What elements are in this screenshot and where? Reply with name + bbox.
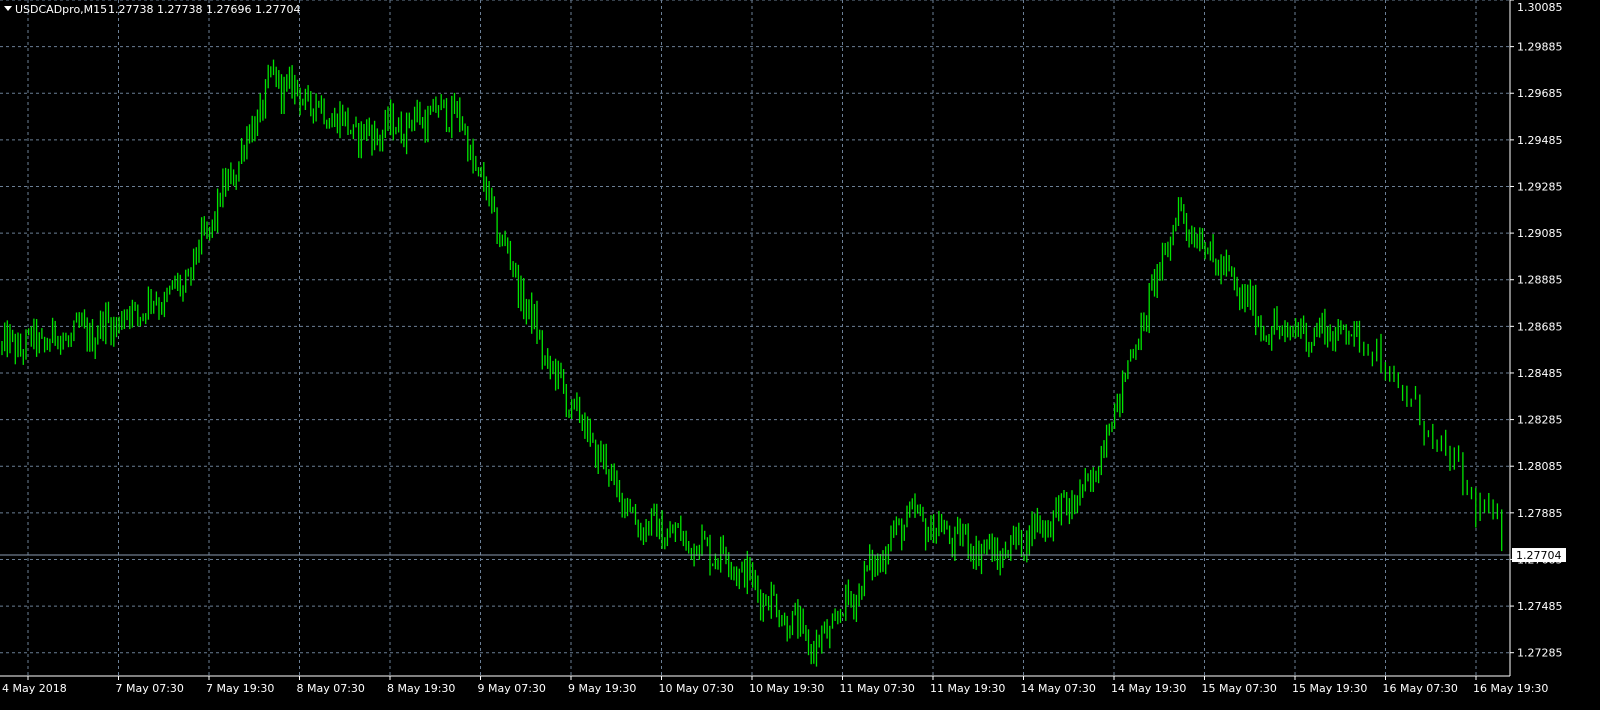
x-tick-label: 15 May 19:30	[1292, 682, 1367, 695]
x-tick-label: 8 May 07:30	[297, 682, 365, 695]
current-price-tag: 1.27704	[1512, 548, 1566, 563]
x-tick-label: 4 May 2018	[2, 682, 67, 695]
x-tick-label: 15 May 07:30	[1202, 682, 1277, 695]
y-tick-label: 1.29485	[1517, 134, 1563, 147]
symbol-label: USDCADpro,M15	[15, 3, 107, 16]
x-tick-label: 9 May 07:30	[478, 682, 546, 695]
x-tick-label: 11 May 19:30	[930, 682, 1005, 695]
y-tick-label: 1.27885	[1517, 507, 1563, 520]
x-tick-label: 7 May 07:30	[116, 682, 184, 695]
y-tick-label: 1.28085	[1517, 460, 1563, 473]
y-tick-label: 1.28685	[1517, 320, 1563, 333]
price-chart[interactable]: 1.30085 1.29885 1.29685 1.29485 1.29285 1.290…	[0, 0, 1600, 710]
y-tick-label: 1.28485	[1517, 367, 1563, 380]
chart-header: USDCADpro,M15 1.27738 1.27738 1.27696 1.…	[4, 3, 300, 16]
y-tick-label: 1.29885	[1517, 41, 1563, 54]
y-tick-label: 1.30085	[1517, 1, 1563, 14]
x-tick-label: 14 May 19:30	[1111, 682, 1186, 695]
y-tick-label: 1.29285	[1517, 180, 1563, 193]
x-tick-label: 10 May 19:30	[749, 682, 824, 695]
x-tick-label: 8 May 19:30	[387, 682, 455, 695]
x-tick-label: 7 May 19:30	[206, 682, 274, 695]
current-price-label: 1.27704	[1516, 549, 1562, 562]
y-tick-label: 1.28885	[1517, 274, 1563, 287]
ohlc-values: 1.27738 1.27738 1.27696 1.27704	[108, 3, 300, 16]
chart-background	[0, 0, 1600, 710]
x-tick-label: 14 May 07:30	[1021, 682, 1096, 695]
x-tick-label: 16 May 19:30	[1473, 682, 1548, 695]
y-tick-label: 1.27285	[1517, 647, 1563, 660]
x-tick-label: 11 May 07:30	[840, 682, 915, 695]
y-tick-label: 1.29685	[1517, 87, 1563, 100]
x-tick-label: 16 May 07:30	[1383, 682, 1458, 695]
y-tick-label: 1.29085	[1517, 227, 1563, 240]
y-tick-label: 1.28285	[1517, 414, 1563, 427]
y-tick-label: 1.27485	[1517, 600, 1563, 613]
x-tick-label: 9 May 19:30	[568, 682, 636, 695]
x-tick-label: 10 May 07:30	[659, 682, 734, 695]
